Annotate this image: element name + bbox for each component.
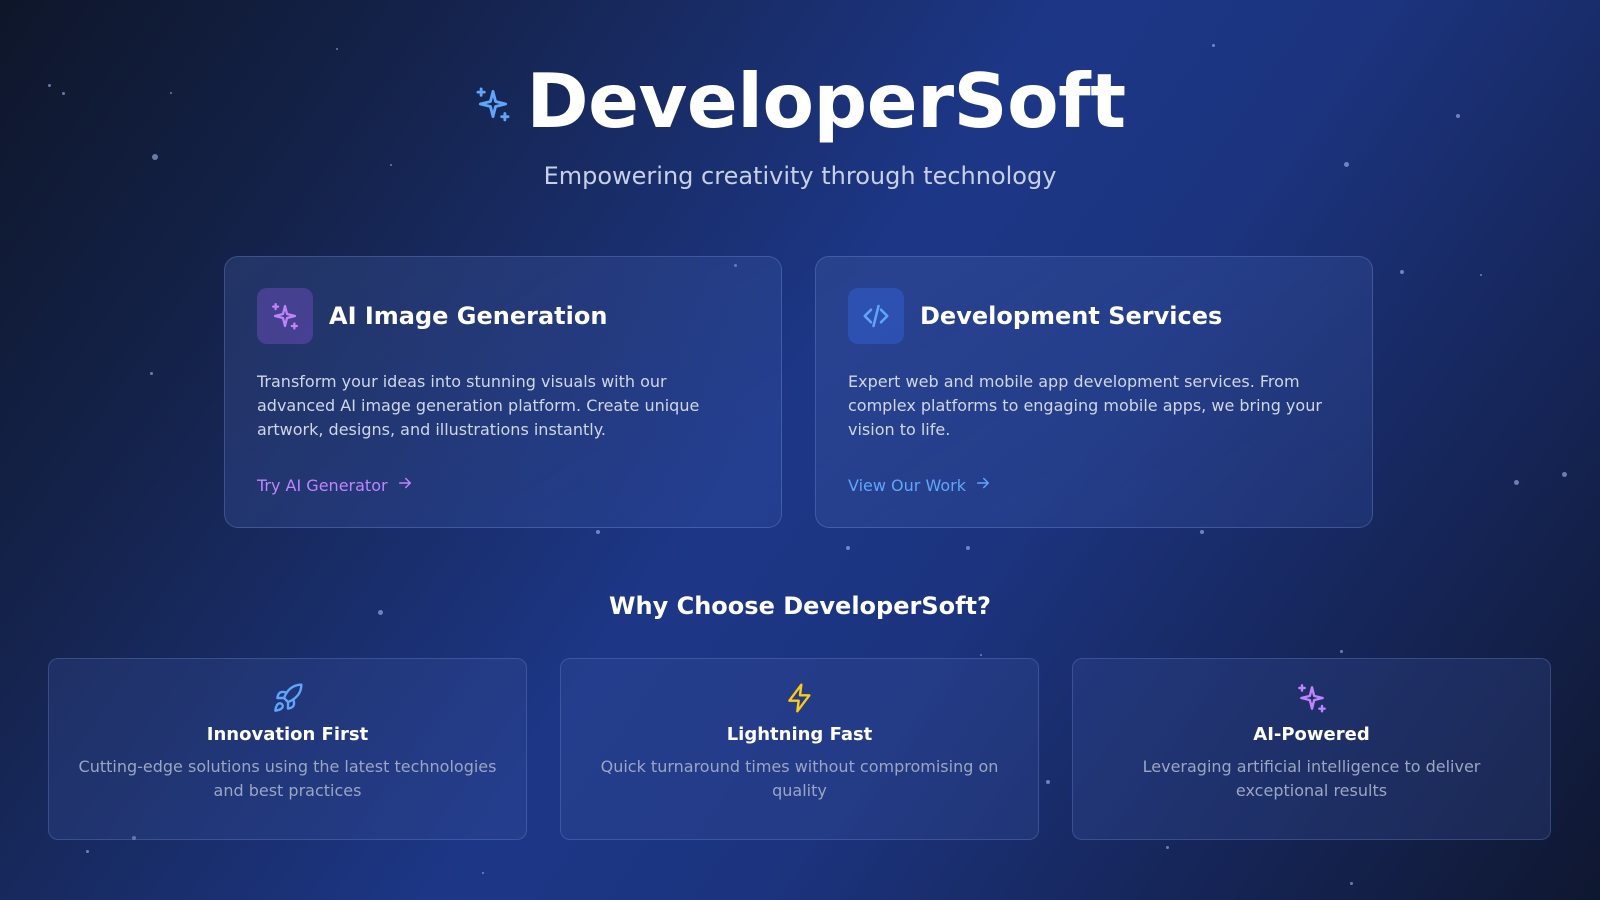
rocket-icon	[271, 681, 305, 715]
service-card-development: Development Services Expert web and mobi…	[815, 256, 1373, 528]
services-section: AI Image Generation Transform your ideas…	[224, 256, 1376, 528]
feature-card-innovation: Innovation First Cutting-edge solutions …	[48, 658, 527, 840]
arrow-right-icon	[396, 474, 414, 496]
card-description: Transform your ideas into stunning visua…	[257, 372, 700, 439]
feature-title: AI-Powered	[1253, 724, 1370, 745]
link-label: Try AI Generator	[257, 475, 388, 495]
feature-description: Leveraging artificial intelligence to de…	[1142, 757, 1481, 800]
page-title: DeveloperSoft	[526, 57, 1126, 145]
why-section-title: Why Choose DeveloperSoft?	[609, 592, 991, 620]
sparkles-icon	[1295, 681, 1329, 715]
feature-card-lightning: Lightning Fast Quick turnaround times wi…	[560, 658, 1039, 840]
sparkles-icon	[257, 288, 313, 344]
feature-title: Lightning Fast	[726, 724, 873, 745]
feature-card-ai-powered: AI-Powered Leveraging artificial intelli…	[1072, 658, 1551, 840]
lightning-icon	[783, 681, 817, 715]
link-label: View Our Work	[848, 475, 966, 495]
feature-description: Quick turnaround times without compromis…	[600, 757, 999, 800]
card-title: Development Services	[920, 302, 1223, 330]
feature-description: Cutting-edge solutions using the latest …	[78, 757, 497, 800]
title-row: DeveloperSoft	[0, 58, 1600, 144]
hero: DeveloperSoft Empowering creativity thro…	[0, 58, 1600, 190]
view-our-work-link[interactable]: View Our Work	[848, 474, 992, 496]
try-ai-generator-link[interactable]: Try AI Generator	[257, 474, 414, 496]
features-section: Innovation First Cutting-edge solutions …	[48, 658, 1552, 840]
code-icon	[848, 288, 904, 344]
service-card-ai-image: AI Image Generation Transform your ideas…	[224, 256, 782, 528]
card-description: Expert web and mobile app development se…	[848, 372, 1322, 439]
arrow-right-icon	[974, 474, 992, 496]
card-title: AI Image Generation	[329, 302, 608, 330]
sparkles-icon	[474, 85, 512, 123]
feature-title: Innovation First	[206, 724, 369, 745]
tagline: Empowering creativity through technology	[543, 162, 1057, 190]
